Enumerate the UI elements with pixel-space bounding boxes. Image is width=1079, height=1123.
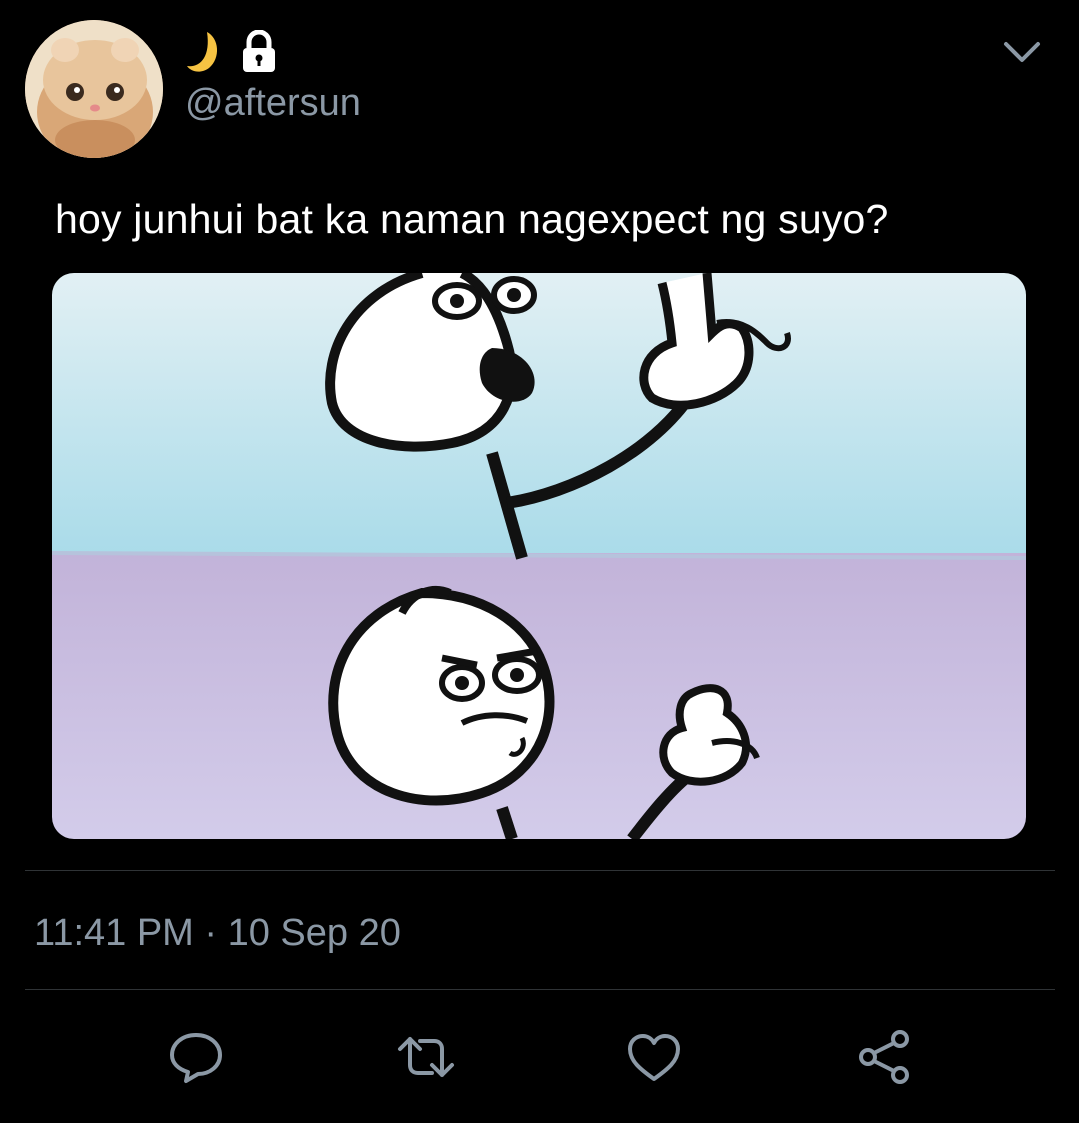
- avatar[interactable]: [25, 20, 163, 158]
- tweet-timestamp[interactable]: 11:41 PM · 10 Sep 20: [34, 912, 401, 955]
- tweet-text: hoy junhui bat ka naman nagexpect ng suy…: [55, 196, 889, 242]
- meme-illustration: [52, 273, 1026, 839]
- divider: [25, 870, 1055, 871]
- tweet-media-image[interactable]: [52, 273, 1026, 839]
- divider: [25, 989, 1055, 990]
- lock-icon: [239, 30, 279, 74]
- user-handle[interactable]: @aftersun: [185, 82, 361, 125]
- display-name-row[interactable]: [185, 28, 279, 76]
- reply-icon[interactable]: [164, 1025, 228, 1089]
- chevron-down-icon[interactable]: [998, 32, 1046, 72]
- share-icon[interactable]: [852, 1025, 916, 1089]
- moon-icon: [185, 30, 225, 74]
- retweet-icon[interactable]: [394, 1025, 458, 1089]
- cat-avatar-image: [25, 20, 163, 158]
- like-icon[interactable]: [622, 1025, 686, 1089]
